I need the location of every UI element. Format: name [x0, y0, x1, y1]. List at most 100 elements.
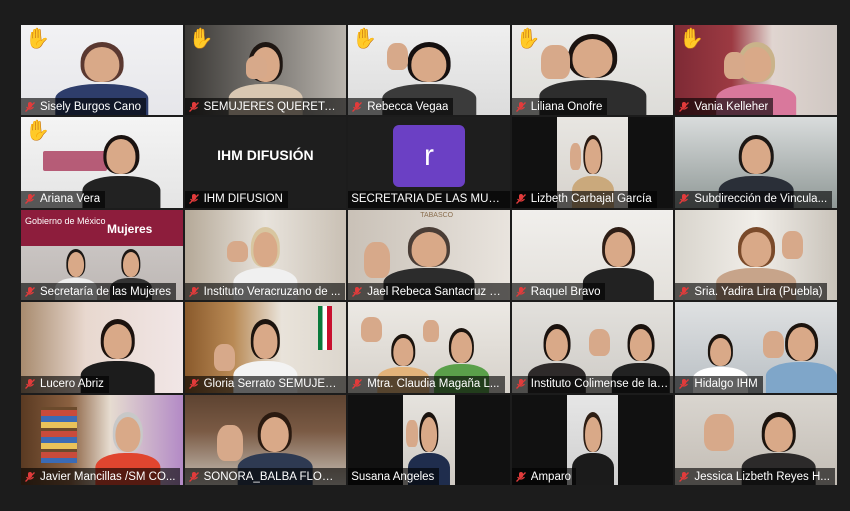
name-bar: Mtra. Claudia Magaña L...	[348, 375, 505, 393]
mic-off-icon	[25, 101, 35, 112]
participant-name: Mtra. Claudia Magaña L...	[367, 378, 500, 391]
participant-tile[interactable]: Subdirección de Vincula...	[675, 117, 837, 208]
participant-tile[interactable]: ✋ Rebecca Vegaa	[348, 25, 510, 116]
participant-name: Instituto Veracruzano de ...	[203, 285, 341, 298]
mic-off-icon	[515, 194, 526, 205]
name-bar: Jael Rebeca Santacruz G...	[348, 283, 510, 301]
name-bar: Rebecca Vegaa	[348, 98, 454, 116]
participant-name: Subdirección de Vincula...	[694, 193, 828, 206]
raised-hand-icon: ✋	[25, 28, 50, 50]
mic-off-icon	[188, 286, 199, 297]
name-bar: Hidalgo IHM	[675, 375, 763, 393]
name-bar: Susana Angeles	[348, 468, 440, 485]
participant-name: Jael Rebeca Santacruz G...	[367, 285, 505, 298]
participant-name: Rebecca Vegaa	[367, 100, 449, 113]
background-sign-text: TABASCO	[420, 211, 454, 219]
mic-off-icon	[25, 194, 35, 205]
banner-text-left: Gobierno de México	[25, 215, 106, 226]
mic-off-icon	[188, 471, 199, 482]
name-bar: Lucero Abriz	[21, 375, 109, 393]
participant-name: Hidalgo IHM	[694, 378, 758, 391]
participant-name: SECRETARIA DE LAS MUJER...	[351, 193, 505, 206]
name-bar: Raquel Bravo	[511, 283, 606, 301]
mic-off-icon	[515, 379, 526, 390]
participant-name: Liliana Onofre	[530, 100, 603, 113]
participant-name: Lucero Abriz	[40, 378, 104, 391]
raised-hand-icon: ✋	[679, 28, 705, 50]
name-bar: SECRETARIA DE LAS MUJER...	[348, 190, 510, 208]
mic-off-icon	[188, 194, 199, 205]
mic-off-icon	[188, 101, 199, 112]
mic-off-icon	[679, 471, 690, 482]
name-bar: Sisely Burgos Cano	[21, 98, 146, 116]
raised-hand-icon: ✋	[515, 28, 541, 50]
raised-hand-icon: ✋	[188, 28, 214, 50]
participant-name: SONORA_BALBA FLORES	[203, 470, 342, 483]
mic-off-icon	[188, 379, 199, 390]
participant-name: Gloria Serrato SEMUJER...	[203, 378, 342, 391]
name-bar: Jessica Lizbeth Reyes H...	[675, 468, 835, 485]
participant-name: Sisely Burgos Cano	[40, 100, 141, 113]
active-speaker-tile[interactable]: Susana Angeles	[348, 394, 510, 485]
participant-name: Instituto Colimense de las ...	[530, 378, 669, 391]
mic-off-icon	[679, 101, 690, 112]
participant-name: Lizbeth Carbajal García	[530, 193, 652, 206]
participant-grid: ✋ Sisely Burgos Cano ✋ SEMUJERES QUERÉTA…	[21, 25, 837, 485]
mic-off-icon	[352, 379, 363, 390]
raised-hand-icon: ✋	[352, 28, 378, 50]
participant-tile[interactable]: Raquel Bravo	[511, 209, 674, 301]
participant-tile[interactable]: ✋ Ariana Vera	[21, 117, 183, 208]
participant-name: Javier Mancillas /SM CO...	[40, 470, 176, 483]
participant-tile[interactable]: r SECRETARIA DE LAS MUJER...	[348, 117, 510, 208]
name-bar: Gloria Serrato SEMUJER...	[184, 375, 347, 393]
participant-tile[interactable]: TABASCO Jael Rebeca Santacruz G...	[348, 209, 510, 301]
participant-name: Sria. Yadira Lira (Puebla)	[694, 285, 823, 298]
participant-tile[interactable]: ✋ SEMUJERES QUERÉTARO	[184, 25, 347, 116]
mic-off-icon	[515, 101, 526, 112]
mic-off-icon	[679, 379, 690, 390]
name-bar: Ariana Vera	[21, 190, 106, 208]
participant-name: Jessica Lizbeth Reyes H...	[694, 470, 830, 483]
participant-tile[interactable]: Jessica Lizbeth Reyes H...	[675, 394, 837, 485]
raised-hand-icon: ✋	[25, 120, 50, 143]
participant-tile[interactable]: ✋ Sisely Burgos Cano	[21, 25, 183, 116]
name-bar: Sria. Yadira Lira (Puebla)	[675, 283, 828, 301]
mic-off-icon	[25, 379, 35, 390]
participant-name: SEMUJERES QUERÉTARO	[203, 100, 342, 113]
participant-tile[interactable]: Amparo	[511, 394, 674, 485]
name-bar: Liliana Onofre	[511, 98, 608, 116]
participant-name: Amparo	[530, 470, 572, 483]
name-bar: Vania Kelleher	[675, 98, 774, 116]
name-bar: Instituto Colimense de las ...	[511, 375, 674, 393]
participant-tile[interactable]: Gobierno de México Mujeres Secretaría de…	[21, 209, 183, 301]
participant-tile[interactable]: Gloria Serrato SEMUJER...	[184, 302, 347, 393]
participant-name: Raquel Bravo	[530, 285, 601, 298]
banner-text-right: Mujeres	[107, 221, 153, 236]
name-bar: SEMUJERES QUERÉTARO	[184, 98, 347, 116]
avatar: r	[392, 124, 465, 187]
video-call-window: ✋ Sisely Burgos Cano ✋ SEMUJERES QUERÉTA…	[0, 0, 850, 511]
participant-tile[interactable]: SONORA_BALBA FLORES	[184, 394, 347, 485]
participant-tile[interactable]: Hidalgo IHM	[675, 302, 837, 393]
participant-name: Secretaría de las Mujeres	[40, 285, 172, 298]
participant-tile[interactable]: Sria. Yadira Lira (Puebla)	[675, 209, 837, 301]
mic-off-icon	[515, 286, 526, 297]
participant-name: Ariana Vera	[40, 193, 101, 206]
name-bar: Subdirección de Vincula...	[675, 190, 833, 208]
mic-off-icon	[679, 286, 690, 297]
participant-tile[interactable]: Javier Mancillas /SM CO...	[21, 394, 183, 485]
mic-off-icon	[25, 286, 35, 297]
participant-tile[interactable]: Instituto Colimense de las ...	[511, 302, 674, 393]
name-bar: IHM DIFUSIÓN	[184, 190, 288, 208]
name-bar: Secretaría de las Mujeres	[21, 283, 177, 301]
participant-tile[interactable]: ✋ Vania Kelleher	[675, 25, 837, 116]
participant-tile[interactable]: Instituto Veracruzano de ...	[184, 209, 347, 301]
participant-tile[interactable]: Lizbeth Carbajal García	[511, 117, 674, 208]
participant-tile[interactable]: ✋ Liliana Onofre	[511, 25, 674, 116]
participant-tile[interactable]: Lucero Abriz	[21, 302, 183, 393]
participant-tile[interactable]: IHM DIFUSIÓN IHM DIFUSIÓN	[184, 117, 347, 208]
participant-name: IHM DIFUSIÓN	[203, 193, 283, 206]
mic-off-icon	[352, 101, 363, 112]
name-bar: Lizbeth Carbajal García	[511, 190, 657, 208]
participant-tile[interactable]: Mtra. Claudia Magaña L...	[348, 302, 510, 393]
